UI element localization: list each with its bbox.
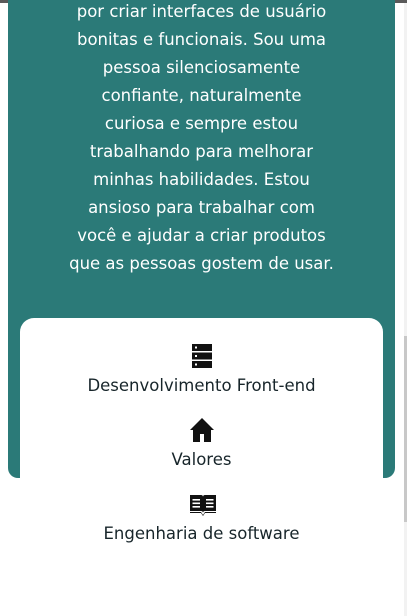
skill-label: Engenharia de software <box>103 524 300 543</box>
home-icon <box>189 417 215 443</box>
bio-line: trabalhando para melhorar <box>89 142 314 161</box>
bio-line: você e ajudar a criar produtos <box>77 226 326 245</box>
skill-item-software-engineering: Engenharia de software <box>20 491 383 545</box>
bio-line: bonitas e funcionais. Sou uma <box>76 30 327 49</box>
book-open-icon <box>189 491 216 517</box>
bio-line: por criar interfaces de usuário <box>76 2 327 21</box>
skill-label: Desenvolvimento Front-end <box>87 376 316 395</box>
bio-line: ansioso para trabalhar com <box>88 198 315 217</box>
bio-line: minhas habilidades. Estou <box>93 170 310 189</box>
server-icon <box>189 343 215 369</box>
bio-line: pessoa silenciosamente <box>102 58 301 77</box>
about-bio: por criar interfaces de usuário bonitas … <box>8 0 395 278</box>
bio-line: que as pessoas gostem de usar. <box>69 254 334 273</box>
skill-item-values: Valores <box>20 417 383 471</box>
skills-card: Desenvolvimento Front-end Valores Engenh <box>20 318 383 616</box>
skill-label: Valores <box>171 450 232 469</box>
bio-line: confiante, naturalmente <box>101 86 302 105</box>
bio-line: curiosa e sempre estou <box>104 114 299 133</box>
skill-item-frontend: Desenvolvimento Front-end <box>20 343 383 397</box>
